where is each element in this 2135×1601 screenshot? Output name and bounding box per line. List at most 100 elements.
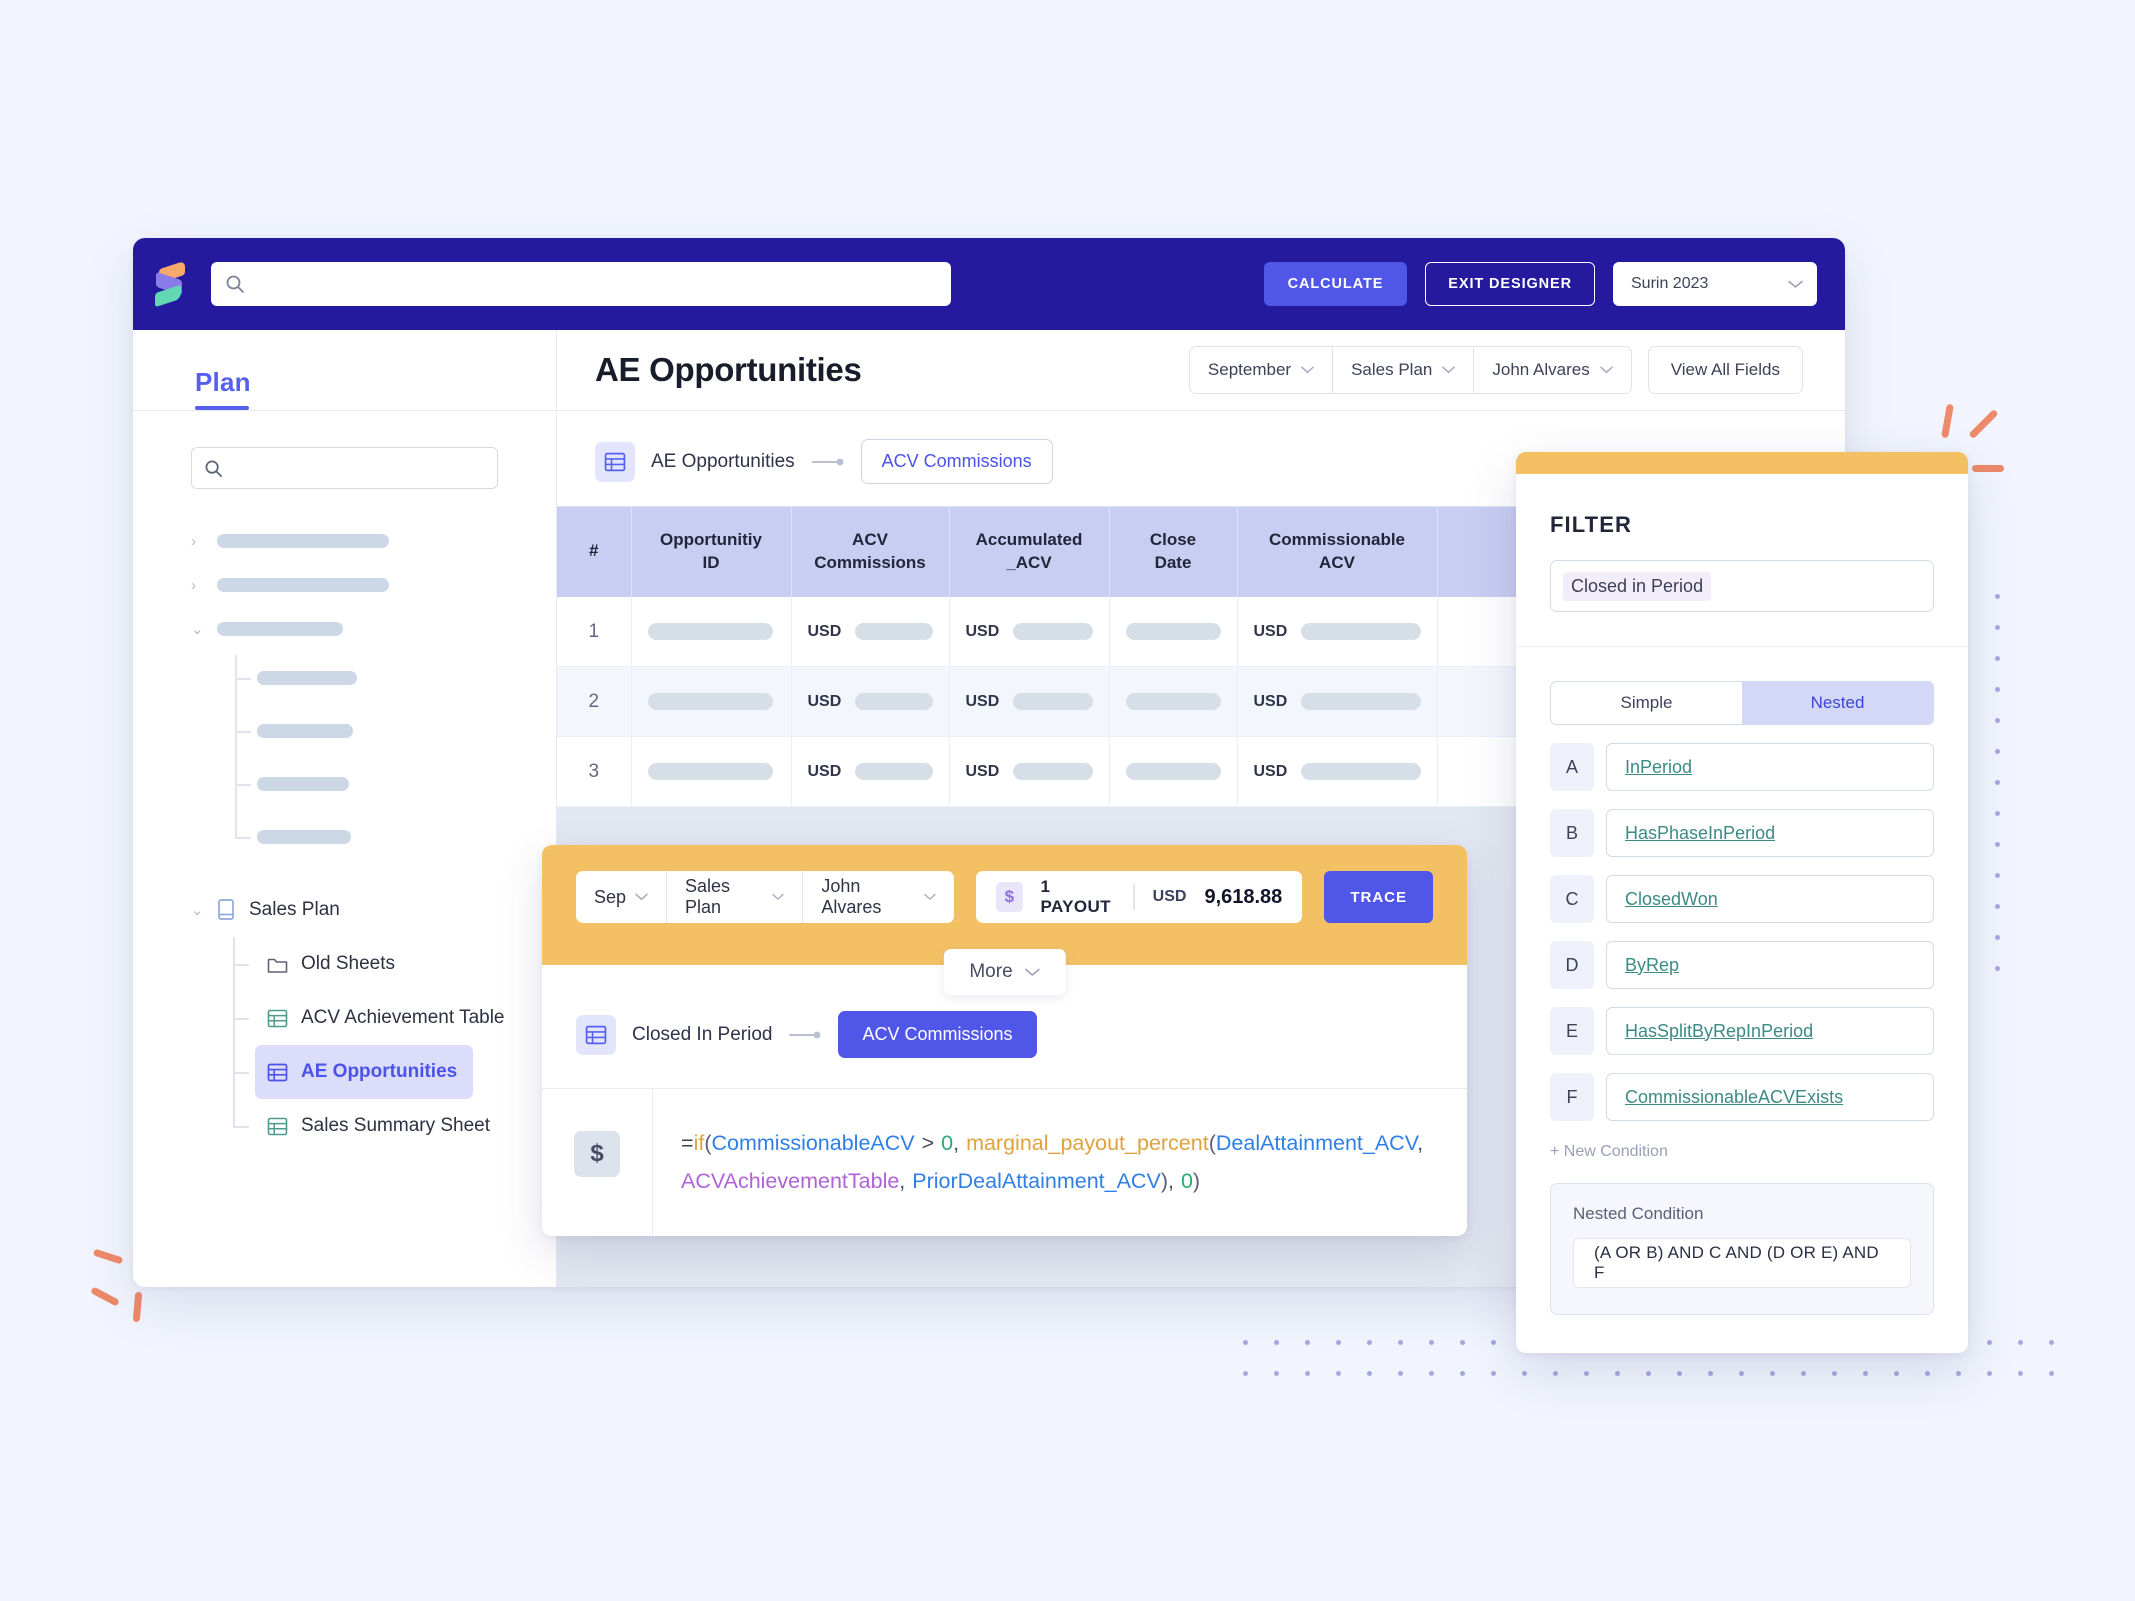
condition-field[interactable]: InPeriod xyxy=(1606,743,1934,791)
filter-mode-toggle: Simple Nested xyxy=(1550,681,1934,725)
nested-condition-input[interactable]: (A OR B) AND C AND (D OR E) AND F xyxy=(1573,1238,1911,1288)
breadcrumb-target-chip[interactable]: ACV Commissions xyxy=(860,439,1053,484)
condition-letter: E xyxy=(1550,1007,1594,1055)
sidebar-item-ae-opportunities[interactable]: AE Opportunities xyxy=(232,1045,474,1099)
filter-panel: FILTER Closed in Period Simple Nested A … xyxy=(1516,452,1968,1353)
table-header-close-date[interactable]: Close Date xyxy=(1108,505,1237,597)
formula-month-dropdown[interactable]: Sep xyxy=(576,871,666,923)
table-cell-commissionable-acv[interactable]: USD xyxy=(1236,666,1437,738)
condition-field[interactable]: CommissionableACVExists xyxy=(1606,1073,1934,1121)
tab-plan[interactable]: Plan xyxy=(195,367,251,410)
plan-select-dropdown[interactable]: Surin 2023 xyxy=(1613,262,1817,306)
tab-plan-label: Plan xyxy=(195,367,251,397)
sidebar-item-sales-summary-sheet[interactable]: Sales Summary Sheet xyxy=(232,1099,506,1153)
condition-name-link[interactable]: InPeriod xyxy=(1625,757,1692,778)
filter-panel-accent-bar xyxy=(1516,452,1968,474)
skeleton-bar xyxy=(257,829,351,844)
sidebar-item-acv-achievement-table[interactable]: ACV Achievement Table xyxy=(233,991,521,1045)
filter-name-input[interactable]: Closed in Period xyxy=(1550,560,1934,612)
table-cell-accumulated-acv[interactable]: USD xyxy=(948,596,1109,668)
global-search-input[interactable] xyxy=(211,262,951,306)
formula-token: 0 xyxy=(1180,1168,1193,1193)
condition-name-link[interactable]: HasPhaseInPeriod xyxy=(1625,823,1775,844)
formula-card-toolbar: Sep Sales Plan John Alvares $ 1 PAYOUT U… xyxy=(542,845,1467,965)
table-cell-accumulated-acv[interactable]: USD xyxy=(948,736,1109,808)
formula-expression[interactable]: =if (CommissionableACV > 0, marginal_payo… xyxy=(652,1089,1467,1237)
table-cell-acv-commissions[interactable]: USD xyxy=(790,666,949,738)
skeleton-bar xyxy=(217,578,389,592)
chevron-right-icon[interactable]: › xyxy=(191,533,203,550)
toggle-option-nested[interactable]: Nested xyxy=(1742,682,1933,724)
decor-dash xyxy=(1941,403,1954,439)
trace-button[interactable]: TRACE xyxy=(1324,871,1433,923)
sidebar-item-sales-plan[interactable]: ⌄ Sales Plan xyxy=(133,883,556,937)
condition-name-link[interactable]: ByRep xyxy=(1625,955,1679,976)
table-cell-opportunity-id[interactable] xyxy=(630,596,791,668)
view-all-fields-button[interactable]: View All Fields xyxy=(1647,346,1803,394)
sidebar-item-old-sheets[interactable]: Old Sheets xyxy=(233,937,411,991)
sidebar-skeleton-group[interactable]: ⌄ xyxy=(133,607,556,651)
table-cell-index: 2 xyxy=(557,666,631,738)
calculate-button[interactable]: CALCULATE xyxy=(1263,262,1408,306)
sidebar-skeleton-group[interactable]: › xyxy=(133,563,556,607)
table-cell-commissionable-acv[interactable]: USD xyxy=(1236,596,1437,668)
table-header-index[interactable]: # xyxy=(557,505,631,597)
formula-token: , xyxy=(1167,1168,1181,1193)
currency-code: USD xyxy=(965,622,1000,640)
condition-field[interactable]: ClosedWon xyxy=(1606,875,1934,923)
skeleton-child[interactable] xyxy=(235,704,556,757)
sidebar-skeleton-group[interactable]: › xyxy=(133,519,556,563)
table-header-accumulated-acv[interactable]: Accumulated _ACV xyxy=(948,505,1109,597)
chevron-down-icon xyxy=(1301,366,1314,374)
chevron-down-icon[interactable]: ⌄ xyxy=(191,620,204,638)
condition-row: F CommissionableACVExists xyxy=(1550,1073,1934,1121)
skeleton-child[interactable] xyxy=(235,810,556,863)
table-cell-opportunity-id[interactable] xyxy=(630,736,791,808)
masked-value xyxy=(647,623,773,641)
decor-dash xyxy=(132,1291,143,1323)
table-cell-commissionable-acv[interactable]: USD xyxy=(1236,736,1437,808)
table-cell-accumulated-acv[interactable]: USD xyxy=(948,666,1109,738)
formula-token: PriorDealAttainment_ACV xyxy=(912,1168,1161,1193)
formula-rep-dropdown[interactable]: John Alvares xyxy=(802,871,954,923)
condition-field[interactable]: HasSplitByRepInPeriod xyxy=(1606,1007,1934,1055)
chevron-right-icon[interactable]: › xyxy=(191,577,203,594)
table-cell-index: 3 xyxy=(557,736,631,808)
formula-token: ) xyxy=(1192,1168,1201,1193)
formula-plan-dropdown[interactable]: Sales Plan xyxy=(666,871,802,923)
skeleton-child[interactable] xyxy=(235,757,556,810)
condition-name-link[interactable]: ClosedWon xyxy=(1625,889,1718,910)
table-icon xyxy=(267,1117,288,1135)
formula-context-selectors: Sep Sales Plan John Alvares xyxy=(576,871,955,923)
table-cell-acv-commissions[interactable]: USD xyxy=(790,736,949,808)
condition-name-link[interactable]: HasSplitByRepInPeriod xyxy=(1625,1021,1813,1042)
condition-field[interactable]: HasPhaseInPeriod xyxy=(1606,809,1934,857)
filter-rep-dropdown[interactable]: John Alvares xyxy=(1473,347,1630,393)
table-cell-acv-commissions[interactable]: USD xyxy=(790,596,949,668)
chevron-down-icon[interactable]: ⌄ xyxy=(191,901,204,919)
filter-month-dropdown[interactable]: September xyxy=(1190,347,1332,393)
formula-breadcrumb-target-chip[interactable]: ACV Commissions xyxy=(838,1011,1037,1058)
payout-summary[interactable]: $ 1 PAYOUT USD 9,618.88 xyxy=(976,871,1303,923)
exit-designer-button[interactable]: EXIT DESIGNER xyxy=(1425,262,1595,306)
nested-condition-label: Nested Condition xyxy=(1573,1204,1704,1223)
table-cell-opportunity-id[interactable] xyxy=(630,666,791,738)
table-cell-close-date[interactable] xyxy=(1108,666,1237,738)
page-canvas: CALCULATE EXIT DESIGNER Surin 2023 Plan xyxy=(0,0,2135,1601)
table-icon xyxy=(576,1014,616,1055)
new-condition-button[interactable]: + New Condition xyxy=(1550,1143,1934,1161)
skeleton-child[interactable] xyxy=(235,651,556,704)
sidebar-item-label: AE Opportunities xyxy=(301,1061,458,1082)
sidebar-search-input[interactable] xyxy=(191,447,498,489)
filter-plan-dropdown[interactable]: Sales Plan xyxy=(1332,347,1473,393)
more-button[interactable]: More xyxy=(943,949,1066,995)
toggle-option-simple[interactable]: Simple xyxy=(1551,682,1742,724)
condition-name-link[interactable]: CommissionableACVExists xyxy=(1625,1087,1843,1108)
table-header-opportunity-id[interactable]: Opportunitiy ID xyxy=(630,505,791,597)
table-cell-close-date[interactable] xyxy=(1108,596,1237,668)
condition-field[interactable]: ByRep xyxy=(1606,941,1934,989)
decor-dash xyxy=(90,1286,120,1307)
table-header-acv-commissions[interactable]: ACV Commissions xyxy=(790,505,949,597)
table-cell-close-date[interactable] xyxy=(1108,736,1237,808)
table-header-commissionable-acv[interactable]: Commissionable ACV xyxy=(1236,505,1437,597)
